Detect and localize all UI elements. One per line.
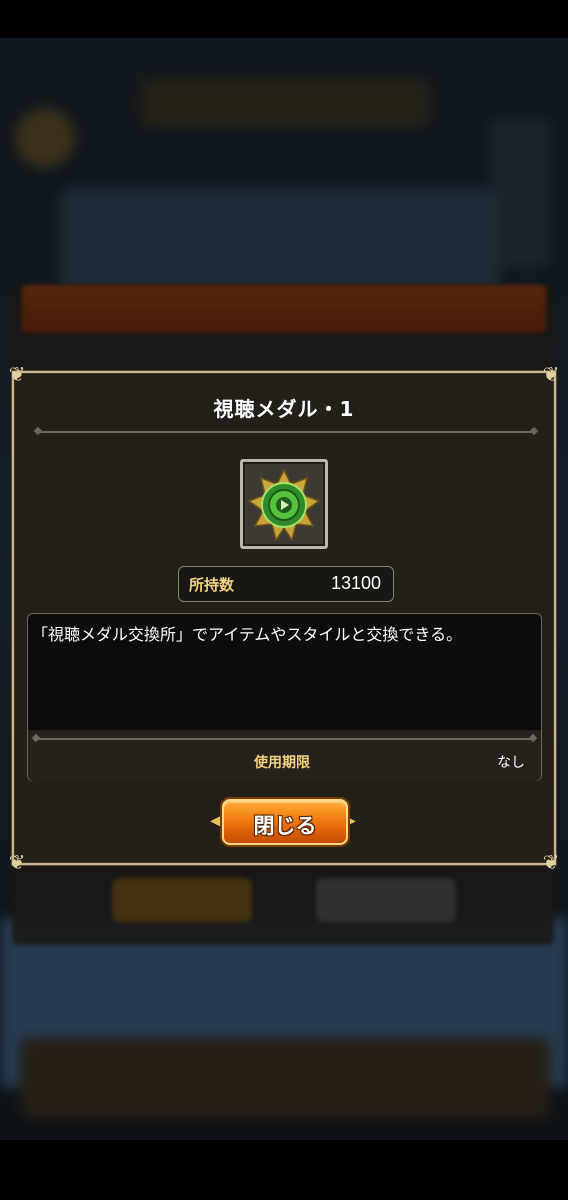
item-detail-modal: ❦ ❦ ❦ ❦ 視聴メダル・1 所持数 13100 「視聴メダル交換所」でアイテ… — [9, 363, 560, 873]
item-description: 「視聴メダル交換所」でアイテムやスタイルと交換できる。 — [32, 625, 463, 644]
item-icon-frame — [240, 459, 328, 549]
close-button[interactable]: ◀ ▶ 閉じる — [210, 797, 358, 847]
corner-ornament-icon: ❦ — [542, 850, 560, 874]
expiry-value: なし — [497, 755, 525, 771]
close-button-label: 閉じる — [253, 814, 317, 838]
modal-title: 視聴メダル・1 — [213, 397, 355, 421]
expiry-label: 使用期限 — [254, 755, 310, 771]
green-play-medal-icon — [247, 468, 321, 542]
title-divider — [38, 431, 534, 433]
owned-count-box: 所持数 13100 — [178, 566, 394, 602]
expiry-divider — [36, 738, 533, 740]
corner-ornament-icon: ❦ — [542, 362, 560, 386]
close-button-face[interactable]: 閉じる — [222, 799, 348, 845]
corner-ornament-icon: ❦ — [8, 362, 26, 386]
owned-count-label: 所持数 — [189, 576, 235, 594]
corner-ornament-icon: ❦ — [8, 850, 26, 874]
description-box: 「視聴メダル交換所」でアイテムやスタイルと交換できる。 使用期限 なし — [27, 613, 542, 781]
owned-count-value: 13100 — [330, 573, 381, 593]
expiry-section: 使用期限 なし — [28, 730, 541, 781]
